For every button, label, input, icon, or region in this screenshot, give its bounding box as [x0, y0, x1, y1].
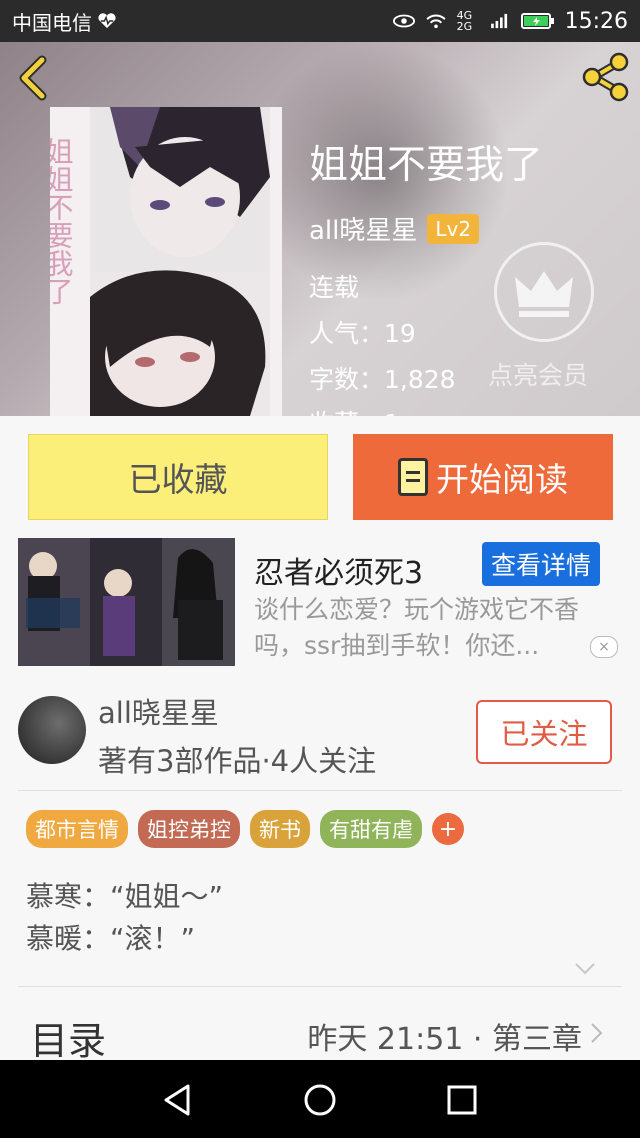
system-nav-bar [0, 1060, 640, 1138]
author-card[interactable]: all晓星星 著有3部作品·4人关注 已关注 [0, 684, 640, 790]
favorited-button[interactable]: 已收藏 [28, 434, 328, 520]
serial-status: 连载 [309, 273, 360, 302]
tag-chip[interactable]: 新书 [250, 810, 310, 848]
tag-chip[interactable]: 都市言情 [26, 810, 128, 848]
ad-description: 谈什么恋爱？玩个游戏它不香吗，ssr抽到手软！你还... [254, 595, 580, 660]
clock: 15:26 [564, 8, 628, 34]
book-cover[interactable]: 姐姐不要我了 [50, 107, 282, 416]
divider [18, 790, 622, 791]
followed-button[interactable]: 已关注 [476, 700, 612, 764]
ad-thumbnail [18, 538, 235, 666]
ad-image [18, 538, 235, 666]
svg-text:姐姐不要我了: 姐姐不要我了 [50, 137, 75, 305]
book-header: 姐姐不要我了 姐姐不要我了 all晓星星 Lv2 连载 人气：19 字数：1,8… [0, 42, 640, 416]
carrier: 中国电信 [12, 7, 118, 36]
share-icon[interactable] [580, 52, 630, 102]
more-tags-button[interactable]: + [432, 813, 464, 845]
back-triangle-icon[interactable] [160, 1082, 196, 1118]
synopsis-line: 慕寒：“姐姐～” [26, 880, 224, 913]
toc-label: 目录 [30, 1019, 107, 1060]
eye-icon [392, 14, 415, 28]
start-reading-button[interactable]: 开始阅读 [353, 434, 613, 520]
author-name[interactable]: all晓星星 [309, 210, 417, 247]
table-of-contents-row[interactable]: 目录 昨天 21:51 · 第三章 [0, 992, 640, 1060]
divider [18, 986, 622, 987]
avatar[interactable] [18, 696, 86, 764]
cover-illustration: 姐姐不要我了 [50, 107, 282, 416]
status-icons: 4G 2G 15:26 [392, 8, 628, 34]
view-details-button[interactable]: 查看详情 [482, 542, 601, 586]
chevron-right-icon [591, 1023, 603, 1043]
heart-pulse-icon [98, 13, 116, 29]
latest-chapter: 昨天 21:51 · 第三章 [307, 1022, 582, 1057]
book-detail-panel: 已收藏 开始阅读 忍者必须死3 查看详情 谈什么恋爱？玩个游戏它不香吗，ssr抽… [0, 416, 640, 1060]
back-arrow-icon[interactable] [14, 54, 54, 102]
crown-icon [515, 271, 573, 317]
battery-icon [520, 13, 554, 29]
book-title: 姐姐不要我了 [309, 143, 544, 188]
author-row[interactable]: all晓星星 Lv2 [309, 210, 480, 247]
favorites-count: 收藏：1 [309, 404, 400, 416]
home-circle-icon[interactable] [302, 1082, 338, 1118]
tag-chip[interactable]: 姐控弟控 [138, 810, 240, 848]
popularity: 人气：19 [309, 319, 416, 348]
wifi-icon [426, 14, 446, 29]
author-card-name: all晓星星 [98, 696, 219, 730]
ad-close-icon[interactable]: × [590, 636, 618, 658]
status-bar: 中国电信 4G 2G 15:26 [0, 0, 640, 42]
tag-list: 都市言情 姐控弟控 新书 有甜有虐 + [26, 810, 464, 848]
word-count: 字数：1,828 [309, 365, 456, 394]
synopsis[interactable]: 慕寒：“姐姐～” 慕暖：“滚！” [26, 876, 223, 960]
start-reading-label: 开始阅读 [436, 460, 568, 499]
vip-button[interactable] [494, 242, 594, 342]
network-type: 4G 2G [456, 9, 473, 33]
ad-title: 忍者必须死3 [254, 556, 424, 591]
ad-banner[interactable]: 忍者必须死3 查看详情 谈什么恋爱？玩个游戏它不香吗，ssr抽到手软！你还...… [18, 538, 622, 668]
carrier-name: 中国电信 [12, 10, 92, 35]
book-icon [398, 458, 428, 496]
chevron-down-icon[interactable] [574, 962, 596, 976]
vip-label[interactable]: 点亮会员 [488, 356, 588, 392]
synopsis-line: 慕暖：“滚！” [26, 922, 196, 955]
level-badge: Lv2 [427, 213, 480, 244]
recents-square-icon[interactable] [444, 1082, 480, 1118]
signal-icon [490, 13, 507, 29]
author-card-stats: 著有3部作品·4人关注 [98, 744, 377, 778]
tag-chip[interactable]: 有甜有虐 [320, 810, 422, 848]
